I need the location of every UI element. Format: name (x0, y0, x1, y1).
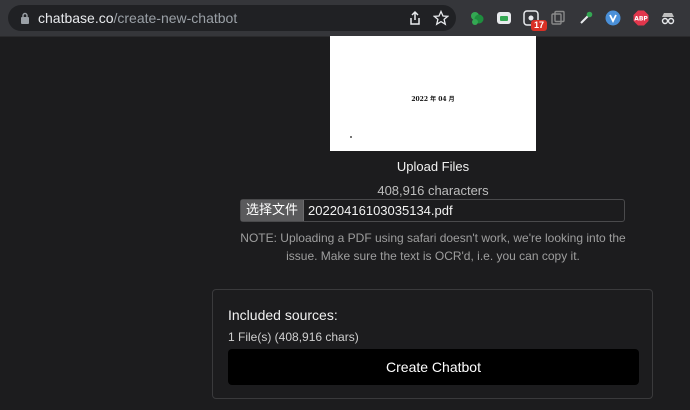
upload-files-heading: Upload Files (396, 159, 470, 174)
spy-extension-icon[interactable] (660, 10, 676, 26)
bookmark-star-icon[interactable] (433, 10, 449, 26)
sources-summary: 1 File(s) (408,916 chars) (228, 330, 359, 344)
file-input[interactable]: 选择文件 20220416103035134.pdf (240, 199, 625, 222)
url-path: /create-new-chatbot (113, 10, 238, 26)
lock-icon (21, 12, 29, 24)
copy-extension-icon[interactable] (550, 10, 566, 26)
notification-badge: 17 (531, 20, 548, 31)
included-sources-panel: Included sources: 1 File(s) (408,916 cha… (212, 289, 653, 399)
url-text[interactable]: chatbase.co/create-new-chatbot (38, 10, 237, 26)
adblock-plus-icon[interactable]: ABP (633, 10, 649, 26)
green-extension-icon[interactable] (469, 10, 485, 26)
pdf-preview-text: 2022 年 04 月 (411, 96, 455, 103)
selected-file-name: 20220416103035134.pdf (308, 203, 453, 218)
url-host: chatbase.co (38, 10, 114, 26)
svg-text:ABP: ABP (634, 16, 648, 23)
pdf-preview-thumbnail: 2022 年 04 月 (330, 36, 536, 151)
choose-file-button[interactable]: 选择文件 (241, 200, 304, 221)
share-icon[interactable] (407, 10, 423, 26)
pdf-preview-mark (350, 136, 352, 138)
wechat-extension-icon[interactable] (496, 10, 512, 26)
included-sources-title: Included sources: (228, 307, 338, 323)
create-chatbot-button[interactable]: Create Chatbot (228, 349, 639, 385)
address-bar[interactable]: chatbase.co/create-new-chatbot (8, 5, 456, 31)
upload-note: NOTE: Uploading a PDF using safari doesn… (240, 231, 626, 263)
eyedropper-extension-icon[interactable] (578, 10, 594, 26)
vimium-extension-icon[interactable] (605, 10, 621, 26)
character-count: 408,916 characters (377, 183, 489, 198)
browser-toolbar: chatbase.co/create-new-chatbot 17 ABP (0, 0, 690, 37)
